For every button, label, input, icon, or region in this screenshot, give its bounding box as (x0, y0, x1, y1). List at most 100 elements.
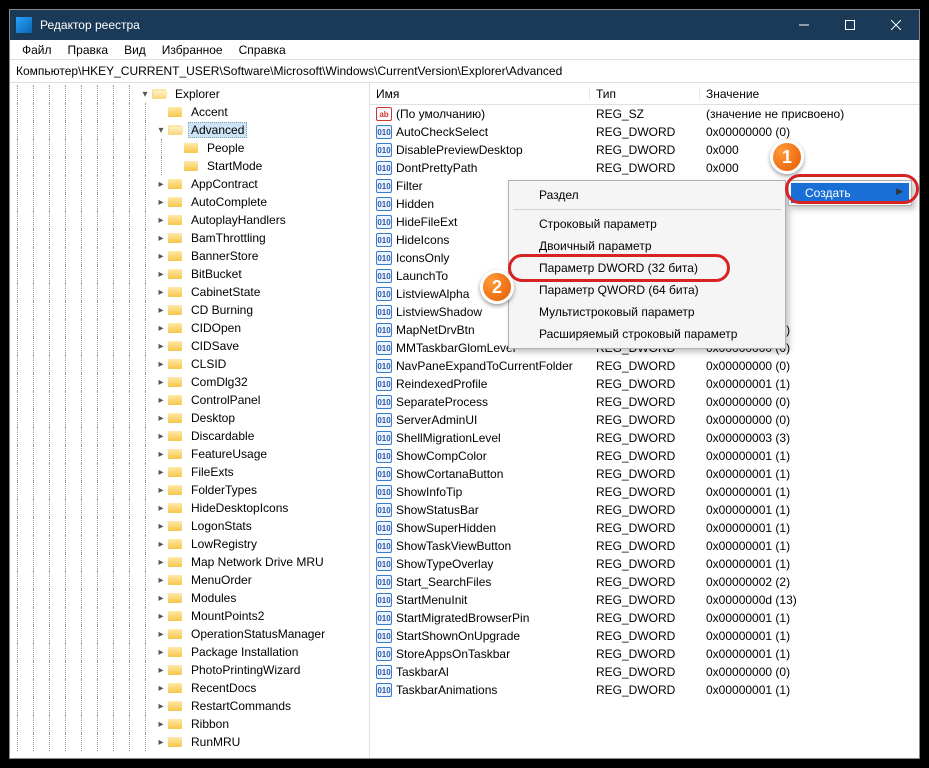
tree-item[interactable]: ▸CLSID (10, 355, 369, 373)
tree-item[interactable]: Accent (10, 103, 369, 121)
tree-item[interactable]: ▸ControlPanel (10, 391, 369, 409)
tree-item[interactable]: ▸LogonStats (10, 517, 369, 535)
minimize-button[interactable] (781, 10, 827, 40)
header-type[interactable]: Тип (590, 87, 700, 101)
menu-file[interactable]: Файл (14, 41, 60, 59)
tree-item[interactable]: ▸CIDOpen (10, 319, 369, 337)
chevron-down-icon[interactable]: ▸ (154, 341, 168, 352)
chevron-down-icon[interactable]: ▸ (154, 413, 168, 424)
chevron-down-icon[interactable]: ▸ (154, 287, 168, 298)
tree-item[interactable]: ▸Modules (10, 589, 369, 607)
tree-item[interactable]: ▸ComDlg32 (10, 373, 369, 391)
tree-item[interactable]: ▸BamThrottling (10, 229, 369, 247)
chevron-down-icon[interactable]: ▸ (154, 179, 168, 190)
list-row[interactable]: 010ShowTypeOverlayREG_DWORD0x00000001 (1… (370, 555, 919, 573)
tree-item[interactable]: ▸Ribbon (10, 715, 369, 733)
tree-item[interactable]: ▸FileExts (10, 463, 369, 481)
list-row[interactable]: ab(По умолчанию)REG_SZ(значение не присв… (370, 105, 919, 123)
chevron-down-icon[interactable]: ▸ (154, 269, 168, 280)
chevron-down-icon[interactable]: ▸ (154, 521, 168, 532)
tree-item[interactable]: ▸BannerStore (10, 247, 369, 265)
list-row[interactable]: 010ShowTaskViewButtonREG_DWORD0x00000001… (370, 537, 919, 555)
list-row[interactable]: 010StoreAppsOnTaskbarREG_DWORD0x00000001… (370, 645, 919, 663)
chevron-down-icon[interactable]: ▸ (154, 557, 168, 568)
chevron-down-icon[interactable]: ▸ (154, 665, 168, 676)
chevron-down-icon[interactable]: ▸ (154, 683, 168, 694)
list-row[interactable]: 010ShellMigrationLevelREG_DWORD0x0000000… (370, 429, 919, 447)
tree-item[interactable]: ▸PhotoPrintingWizard (10, 661, 369, 679)
tree-item[interactable]: ▸CIDSave (10, 337, 369, 355)
chevron-down-icon[interactable]: ▸ (154, 431, 168, 442)
tree-item[interactable]: ▸Discardable (10, 427, 369, 445)
ctx-item-expandstring[interactable]: Расширяемый строковый параметр (511, 323, 783, 345)
close-button[interactable] (873, 10, 919, 40)
tree-pane[interactable]: ▾ExplorerAccent▾AdvancedPeopleStartMode▸… (10, 83, 370, 758)
tree-item[interactable]: ▸OperationStatusManager (10, 625, 369, 643)
chevron-down-icon[interactable]: ▸ (154, 485, 168, 496)
ctx-item-string[interactable]: Строковый параметр (511, 213, 783, 235)
chevron-down-icon[interactable]: ▸ (154, 323, 168, 334)
chevron-down-icon[interactable]: ▸ (154, 251, 168, 262)
list-row[interactable]: 010SeparateProcessREG_DWORD0x00000000 (0… (370, 393, 919, 411)
list-row[interactable]: 010NavPaneExpandToCurrentFolderREG_DWORD… (370, 357, 919, 375)
chevron-down-icon[interactable]: ▸ (154, 575, 168, 586)
chevron-down-icon[interactable]: ▸ (154, 719, 168, 730)
ctx-item-qword[interactable]: Параметр QWORD (64 бита) (511, 279, 783, 301)
tree-item[interactable]: ▸RecentDocs (10, 679, 369, 697)
tree-item[interactable]: ▸FeatureUsage (10, 445, 369, 463)
menu-favorites[interactable]: Избранное (154, 41, 231, 59)
tree-item[interactable]: StartMode (10, 157, 369, 175)
chevron-down-icon[interactable]: ▸ (154, 395, 168, 406)
tree-item[interactable]: ▸AutoComplete (10, 193, 369, 211)
ctx-item-dword[interactable]: Параметр DWORD (32 бита) (511, 257, 783, 279)
tree-item[interactable]: ▸AutoplayHandlers (10, 211, 369, 229)
chevron-down-icon[interactable]: ▸ (154, 197, 168, 208)
ctx-item-binary[interactable]: Двоичный параметр (511, 235, 783, 257)
ctx-item-multistring[interactable]: Мультистроковый параметр (511, 301, 783, 323)
list-row[interactable]: 010ShowCompColorREG_DWORD0x00000001 (1) (370, 447, 919, 465)
chevron-down-icon[interactable]: ▸ (154, 647, 168, 658)
list-row[interactable]: 010AutoCheckSelectREG_DWORD0x00000000 (0… (370, 123, 919, 141)
menu-edit[interactable]: Правка (60, 41, 117, 59)
chevron-down-icon[interactable]: ▸ (154, 593, 168, 604)
chevron-down-icon[interactable]: ▾ (138, 89, 152, 100)
ctx-item-section[interactable]: Раздел (511, 184, 783, 206)
tree-item[interactable]: ▾Advanced (10, 121, 369, 139)
list-row[interactable]: 010ShowStatusBarREG_DWORD0x00000001 (1) (370, 501, 919, 519)
menu-help[interactable]: Справка (231, 41, 294, 59)
list-row[interactable]: 010StartMenuInitREG_DWORD0x0000000d (13) (370, 591, 919, 609)
tree-item[interactable]: ▸Desktop (10, 409, 369, 427)
tree-item[interactable]: ▸MountPoints2 (10, 607, 369, 625)
tree-item[interactable]: ▸RestartCommands (10, 697, 369, 715)
tree-item[interactable]: ▸Map Network Drive MRU (10, 553, 369, 571)
chevron-down-icon[interactable]: ▸ (154, 539, 168, 550)
tree-item[interactable]: ▸FolderTypes (10, 481, 369, 499)
list-row[interactable]: 010ShowCortanaButtonREG_DWORD0x00000001 … (370, 465, 919, 483)
tree-item[interactable]: People (10, 139, 369, 157)
tree-item[interactable]: ▸CabinetState (10, 283, 369, 301)
chevron-down-icon[interactable]: ▸ (154, 215, 168, 226)
chevron-down-icon[interactable]: ▸ (154, 449, 168, 460)
list-row[interactable]: 010TaskbarAlREG_DWORD0x00000000 (0) (370, 663, 919, 681)
tree-item[interactable]: ▸HideDesktopIcons (10, 499, 369, 517)
chevron-down-icon[interactable]: ▸ (154, 629, 168, 640)
tree-item[interactable]: ▸AppContract (10, 175, 369, 193)
tree-item[interactable]: ▸Package Installation (10, 643, 369, 661)
list-row[interactable]: 010ShowSuperHiddenREG_DWORD0x00000001 (1… (370, 519, 919, 537)
maximize-button[interactable] (827, 10, 873, 40)
chevron-down-icon[interactable]: ▸ (154, 377, 168, 388)
chevron-down-icon[interactable]: ▸ (154, 611, 168, 622)
list-row[interactable]: 010DisablePreviewDesktopREG_DWORD0x000 (370, 141, 919, 159)
list-row[interactable]: 010ShowInfoTipREG_DWORD0x00000001 (1) (370, 483, 919, 501)
chevron-down-icon[interactable]: ▸ (154, 305, 168, 316)
ctx-item-create[interactable]: Создать (791, 183, 909, 203)
chevron-down-icon[interactable]: ▸ (154, 359, 168, 370)
list-row[interactable]: 010ReindexedProfileREG_DWORD0x00000001 (… (370, 375, 919, 393)
tree-item[interactable]: ▾Explorer (10, 85, 369, 103)
header-name[interactable]: Имя (370, 87, 590, 101)
list-row[interactable]: 010DontPrettyPathREG_DWORD0x000 (370, 159, 919, 177)
chevron-down-icon[interactable]: ▸ (154, 701, 168, 712)
tree-item[interactable]: ▸MenuOrder (10, 571, 369, 589)
chevron-down-icon[interactable]: ▸ (154, 737, 168, 748)
chevron-down-icon[interactable]: ▸ (154, 233, 168, 244)
